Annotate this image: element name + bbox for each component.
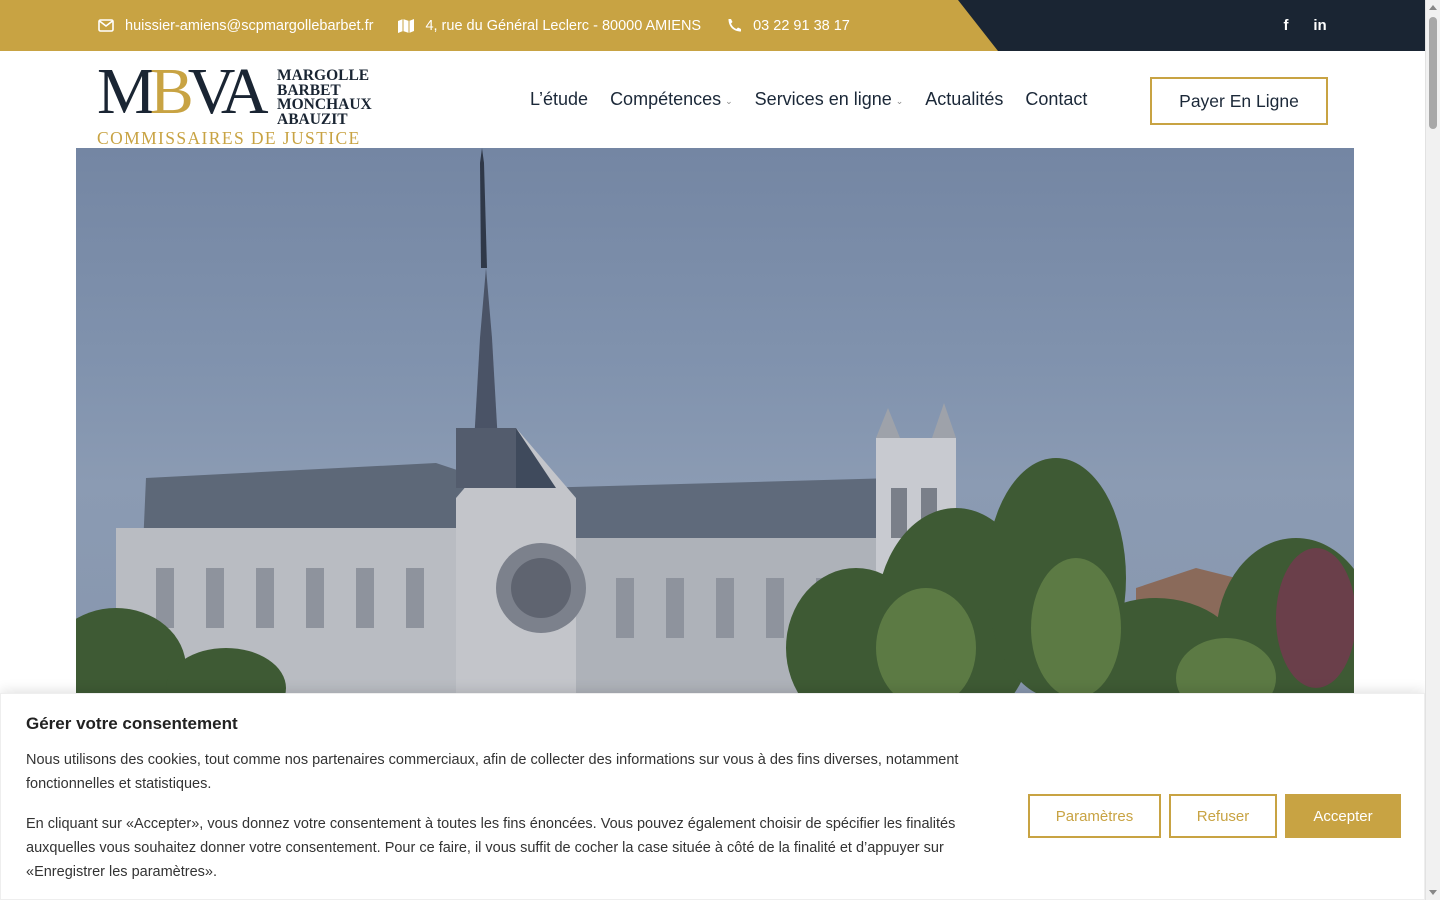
main-navigation: L’étude Compétences ⌄ Services en ligne … [530,51,1087,148]
nav-item-services-en-ligne[interactable]: Services en ligne ⌄ [755,89,904,110]
page-scrollbar[interactable] [1425,0,1440,900]
linkedin-icon[interactable]: in [1312,17,1328,34]
nav-item-label: Contact [1025,89,1088,109]
topbar-email-text[interactable]: huissier-amiens@scpmargollebarbet.fr [125,18,373,34]
pay-online-button[interactable]: Payer En Ligne [1150,77,1328,125]
phone-icon [725,17,743,35]
cookie-accept-button[interactable]: Accepter [1285,794,1401,838]
nav-item-label: Actualités [925,89,1004,109]
cookie-title: Gérer votre consentement [26,714,238,733]
nav-item-actualites[interactable]: Actualités [925,89,1003,110]
cookie-settings-button[interactable]: Paramètres [1028,794,1161,838]
topbar-phone[interactable]: 03 22 91 38 17 [725,17,850,35]
scroll-up-arrow-icon[interactable] [1429,5,1437,10]
logo-letter-b: B [149,55,194,128]
nav-item-label: Services en ligne [754,89,892,109]
site-header: MBVA MARGOLLE BARBET MONCHAUX ABAUZIT CO… [0,51,1425,148]
cookie-consent-banner: Gérer votre consentement Nous utilisons … [0,693,1425,900]
map-icon [397,17,415,35]
top-contact-bar: huissier-amiens@scpmargollebarbet.fr 4, … [0,0,1425,51]
scroll-down-arrow-icon[interactable] [1429,890,1437,895]
nav-item-label: Compétences [610,89,722,109]
topbar-address-text: 4, rue du Général Leclerc - 80000 AMIENS [425,17,702,34]
logo-monogram: MBVA [97,55,269,129]
logo-name-abauzit: ABAUZIT [277,110,348,128]
cookie-text-2: En cliquant sur «Accepter», vous donnez … [26,816,956,880]
cathedral-illustration [76,148,1354,708]
nav-item-etude[interactable]: L’étude [530,89,588,110]
chevron-down-icon: ⌄ [725,96,733,106]
logo-names: MARGOLLE BARBET MONCHAUX ABAUZIT [277,68,372,128]
logo-subtitle: COMMISSAIRES DE JUSTICE [97,128,361,148]
logo-letter-m: M [97,55,156,128]
scrollbar-thumb[interactable] [1429,17,1437,129]
envelope-icon [97,17,115,35]
nav-item-label: L’étude [530,89,589,109]
logo-letters-va: VA [187,55,269,128]
topbar-address: 4, rue du Général Leclerc - 80000 AMIENS [397,17,701,35]
social-links: f in [1278,0,1328,51]
site-logo[interactable]: MBVA MARGOLLE BARBET MONCHAUX ABAUZIT CO… [97,55,387,148]
hero-cathedral-image [76,148,1354,708]
cookie-refuse-button[interactable]: Refuser [1169,794,1277,838]
chevron-down-icon: ⌄ [895,96,904,106]
topbar-contact-list: huissier-amiens@scpmargollebarbet.fr 4, … [97,0,850,51]
cookie-text-1: Nous utilisons des cookies, tout comme n… [26,752,959,792]
nav-item-competences[interactable]: Compétences ⌄ [610,89,733,110]
nav-item-contact[interactable]: Contact [1025,89,1087,110]
topbar-email[interactable]: huissier-amiens@scpmargollebarbet.fr [97,17,373,35]
facebook-icon[interactable]: f [1278,17,1294,34]
topbar-phone-text[interactable]: 03 22 91 38 17 [753,18,850,34]
